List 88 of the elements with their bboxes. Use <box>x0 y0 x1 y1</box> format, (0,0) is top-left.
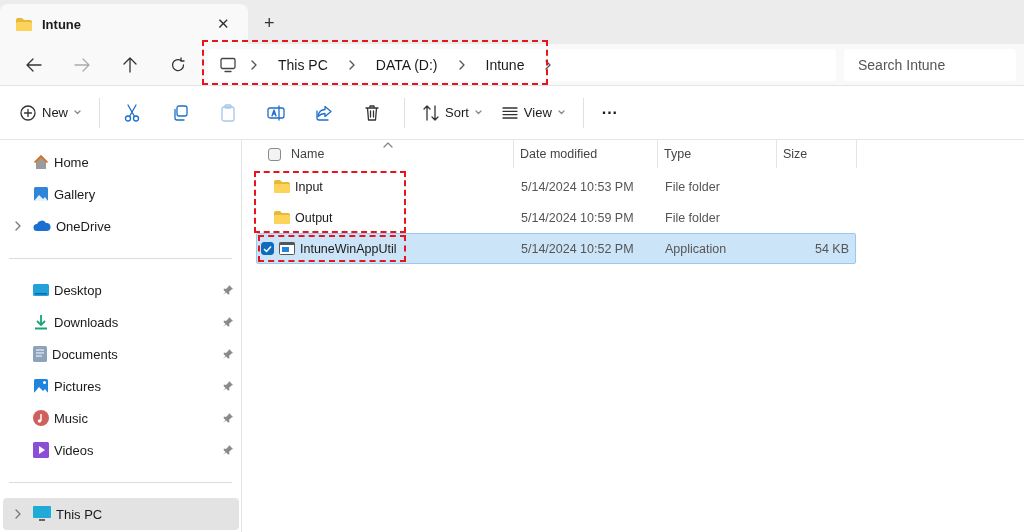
caret-icon <box>557 110 565 115</box>
home-icon <box>33 154 49 170</box>
new-tab-button[interactable]: + <box>260 11 279 36</box>
sidebar-item[interactable]: Music <box>3 402 239 434</box>
new-button[interactable]: New <box>10 94 91 131</box>
clipboard-icon <box>221 103 235 122</box>
sidebar-item[interactable]: Videos <box>3 434 239 466</box>
chevron-icon <box>347 59 356 70</box>
breadcrumb-item[interactable]: Intune <box>479 54 531 75</box>
sidebar-item[interactable]: OneDrive <box>3 210 239 242</box>
sort-button[interactable]: Sort <box>413 94 492 131</box>
video-icon <box>33 442 49 458</box>
plus-circle-icon <box>20 104 36 121</box>
application-icon <box>279 242 295 255</box>
search-field[interactable]: Search Intune <box>844 48 1016 81</box>
folder-icon <box>274 180 290 193</box>
select-all-checkbox[interactable] <box>268 147 281 161</box>
breadcrumb-item[interactable]: DATA (D:) <box>369 54 444 75</box>
tab-title: Intune <box>42 16 82 32</box>
document-icon <box>33 346 47 362</box>
sidebar-label: Documents <box>52 346 119 362</box>
size-cell-text: 54 KB <box>813 241 849 256</box>
copy-icon <box>172 104 188 121</box>
sidebar-label: Desktop <box>54 282 103 298</box>
file-name: IntuneWinAppUtil <box>300 241 397 256</box>
breadcrumb-item[interactable]: This PC <box>272 54 334 75</box>
address-bar[interactable]: This PC DATA (D:) Intune <box>208 48 836 81</box>
column-header[interactable]: Name <box>291 147 325 161</box>
row-checkbox[interactable] <box>261 242 274 255</box>
type-cell-text: File folder <box>665 179 721 194</box>
music-icon <box>33 410 49 426</box>
date-cell-text: 5/14/2024 10:53 PM <box>521 179 635 194</box>
sidebar-label: This PC <box>56 506 104 522</box>
cloud-icon <box>33 220 51 232</box>
sidebar-item[interactable]: This PC <box>3 498 239 530</box>
sort-caret-icon <box>383 142 393 148</box>
rename-icon <box>267 104 285 121</box>
sidebar-item[interactable]: Home <box>3 146 239 178</box>
gallery-icon <box>33 186 49 202</box>
file-row[interactable]: Output 5/14/2024 10:59 PM File folder <box>256 202 856 233</box>
desktop-icon <box>33 283 49 297</box>
list-lines-icon <box>501 106 518 119</box>
share-icon <box>316 104 332 121</box>
sidebar-item[interactable]: Downloads <box>3 306 239 338</box>
column-header[interactable]: Type <box>664 147 692 161</box>
view-button[interactable]: View <box>491 94 575 131</box>
caret-icon <box>474 110 482 115</box>
sidebar-item[interactable]: Pictures <box>3 370 239 402</box>
sort-arrows-icon <box>423 104 439 121</box>
trash-icon <box>365 104 379 121</box>
date-cell-text: 5/14/2024 10:59 PM <box>521 210 635 225</box>
file-name: Input <box>295 179 323 194</box>
monitor-icon <box>220 56 236 73</box>
caret-icon <box>74 110 81 115</box>
up-arrow-icon <box>123 56 137 73</box>
sidebar-label: Home <box>54 154 90 170</box>
sidebar-label: Downloads <box>54 314 120 330</box>
sidebar-item[interactable]: Documents <box>3 338 239 370</box>
scissors-icon <box>124 103 140 122</box>
sidebar-label: Videos <box>54 442 95 458</box>
sidebar-item[interactable]: Desktop <box>3 274 239 306</box>
forward-arrow-icon <box>74 57 90 72</box>
sidebar-item[interactable]: Gallery <box>3 178 239 210</box>
checkmark-icon <box>263 244 272 253</box>
sidebar-label: OneDrive <box>56 218 112 234</box>
refresh-icon <box>170 56 186 73</box>
browser-tab[interactable]: Intune ✕ <box>0 4 248 44</box>
column-header[interactable]: Date modified <box>520 147 598 161</box>
more-button[interactable]: ··· <box>591 94 628 131</box>
chevron-icon <box>250 59 258 70</box>
close-tab-button[interactable]: ✕ <box>213 13 234 35</box>
folder-icon <box>274 211 290 224</box>
column-header[interactable]: Size <box>783 147 808 161</box>
download-icon <box>33 314 49 330</box>
chevron-icon <box>457 59 466 70</box>
file-name: Output <box>295 210 333 225</box>
file-row[interactable]: Input 5/14/2024 10:53 PM File folder <box>256 171 856 202</box>
type-cell-text: Application <box>665 241 728 256</box>
sidebar-label: Gallery <box>54 186 97 202</box>
pictures-icon <box>33 378 49 394</box>
sidebar-label: Pictures <box>54 378 102 394</box>
date-cell-text: 5/14/2024 10:52 PM <box>521 241 635 256</box>
type-cell-text: File folder <box>665 210 721 225</box>
back-arrow-icon <box>26 57 42 72</box>
folder-icon <box>16 17 32 31</box>
computer-icon <box>33 506 51 522</box>
file-row[interactable]: IntuneWinAppUtil 5/14/2024 10:52 PM Application 54 KB <box>256 233 856 264</box>
sidebar-label: Music <box>54 410 89 426</box>
